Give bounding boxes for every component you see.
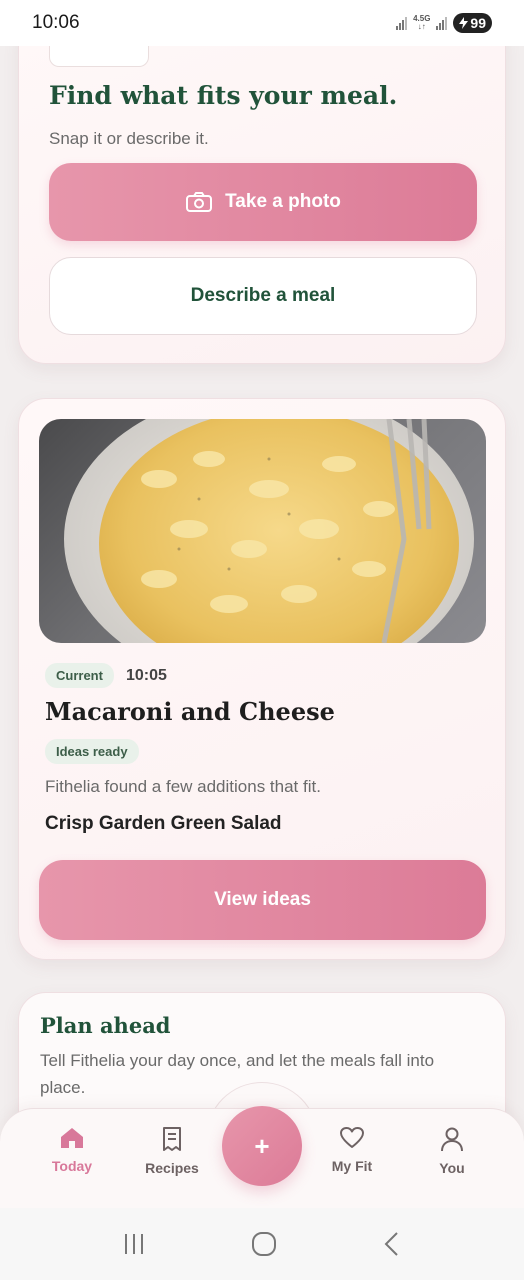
card-tab [49,46,149,67]
plus-icon: + [254,1130,270,1161]
ideas-description: Fithelia found a few additions that fit. [45,777,321,796]
nav-recipes[interactable]: Recipes [132,1126,212,1190]
recents-icon[interactable] [122,1232,146,1256]
home-button-icon[interactable] [251,1231,277,1257]
view-ideas-label: View ideas [214,889,311,910]
status-icons: 4.5G ↓↑ 99 [396,13,492,33]
back-icon[interactable] [382,1231,402,1257]
hero-title: Find what fits your meal. [49,81,398,110]
nav-you-label: You [439,1160,465,1176]
network-indicator: 4.5G ↓↑ [413,14,431,31]
status-badge: Current [45,663,114,688]
network-label: 4.5G [413,14,431,23]
ideas-badge: Ideas ready [45,739,139,764]
status-bar: 10:06 4.5G ↓↑ 99 [0,0,524,46]
meal-entry-card: Find what fits your meal. Snap it or des… [18,46,506,364]
meal-title: Macaroni and Cheese [45,697,335,726]
hero-subtitle: Snap it or describe it. [49,129,209,148]
recipe-icon [163,1127,181,1151]
nav-recipes-label: Recipes [145,1160,199,1176]
signal-icon-2 [436,16,448,30]
battery-level: 99 [470,15,486,31]
nav-my-fit-label: My Fit [331,1158,373,1174]
add-meal-button[interactable]: + [222,1106,302,1186]
system-nav-bar [0,1208,524,1280]
user-icon [441,1127,463,1152]
battery-indicator: 99 [453,13,492,33]
suggested-addition: Crisp Garden Green Salad [45,813,282,834]
nav-my-fit[interactable]: My Fit [312,1126,392,1190]
signal-icon [396,16,408,30]
main-scroll[interactable]: Find what fits your meal. Snap it or des… [0,46,524,1208]
take-photo-label: Take a photo [225,191,341,212]
meal-photo [39,419,486,643]
describe-meal-label: Describe a meal [190,285,336,306]
meal-time: 10:05 [125,666,167,684]
nav-today[interactable]: Today [32,1126,112,1190]
status-time: 10:06 [32,12,80,33]
plan-title: Plan ahead [40,1013,171,1038]
nav-today-label: Today [51,1158,93,1174]
home-icon [61,1128,83,1148]
take-photo-button[interactable]: Take a photo [49,163,477,241]
meal-meta-row: Current 10:05 [45,663,167,688]
nav-you[interactable]: You [412,1126,492,1190]
bolt-icon [459,17,469,29]
heart-icon [340,1127,364,1148]
view-ideas-button[interactable]: View ideas [39,860,486,940]
current-meal-card[interactable]: Current 10:05 Macaroni and Cheese Ideas … [18,398,506,960]
camera-icon [186,192,213,212]
describe-meal-button[interactable]: Describe a meal [49,257,477,335]
